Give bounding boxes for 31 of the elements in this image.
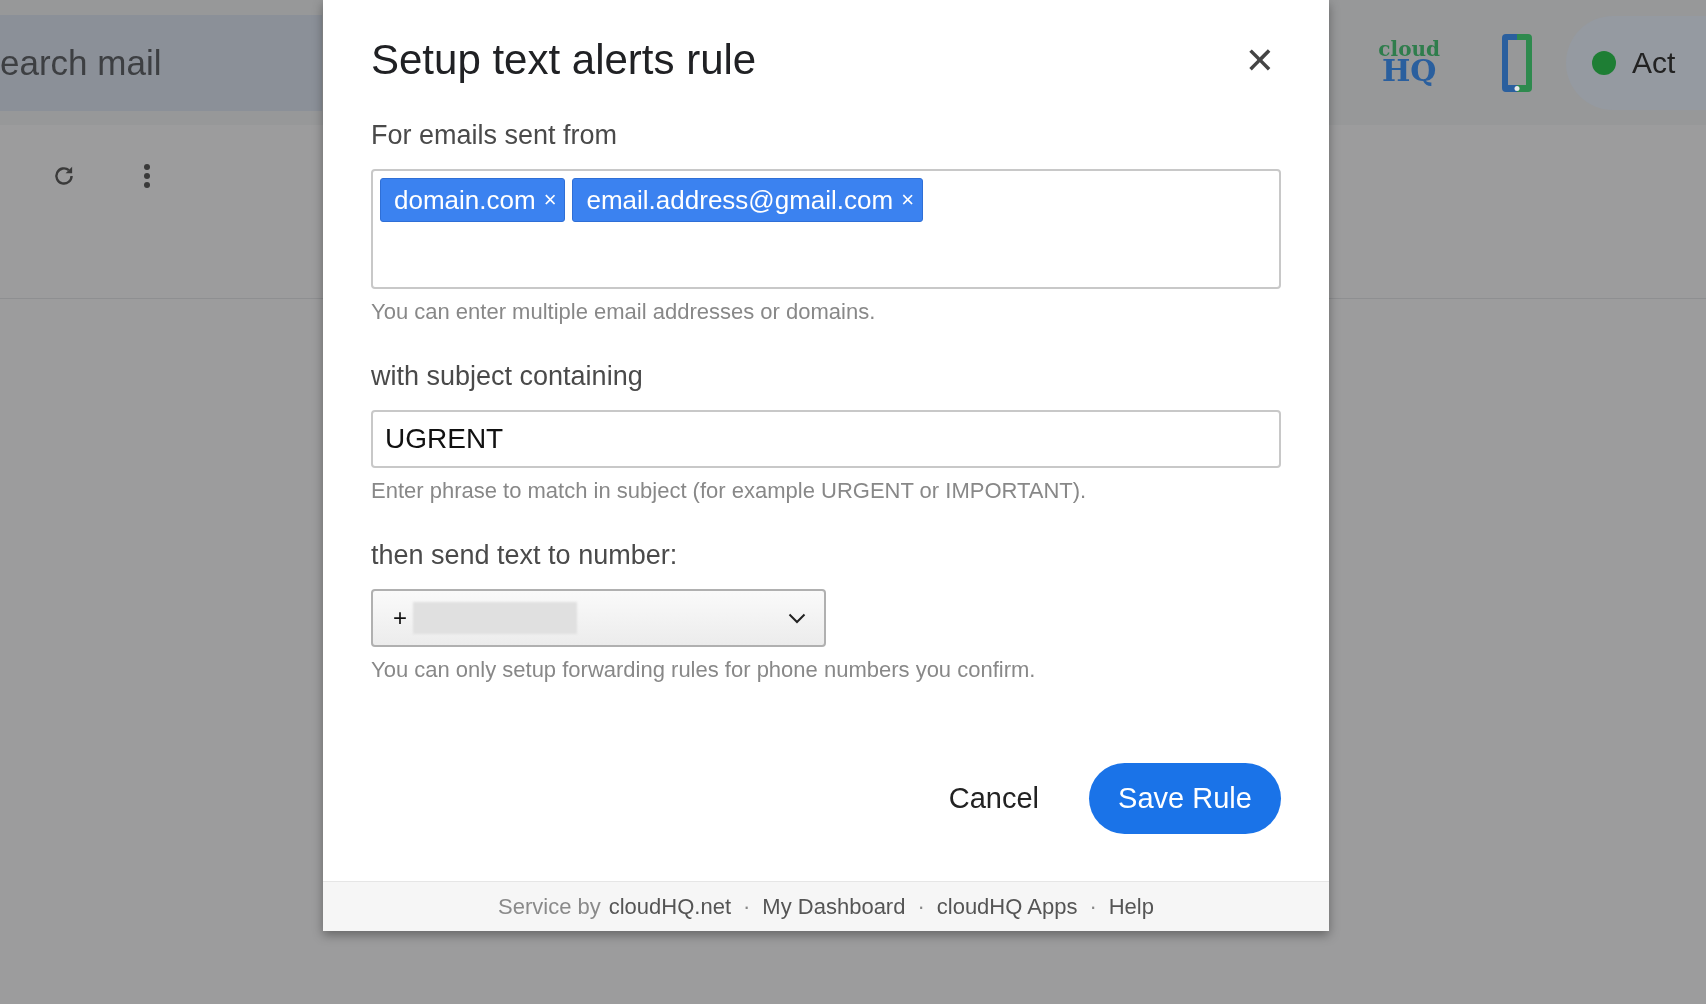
status-label: Act xyxy=(1632,45,1676,80)
footer-link[interactable]: My Dashboard xyxy=(762,893,906,920)
footer-link[interactable]: cloudHQ.net xyxy=(608,893,732,920)
help-text: You can enter multiple email addresses or domains. xyxy=(371,299,877,325)
footer-separator: · xyxy=(1089,893,1097,920)
tag-label: email.address@gmail.com xyxy=(586,184,894,216)
close-button[interactable]: ✕ xyxy=(1244,39,1275,81)
email-tags-field[interactable]: domain.com × email.address@gmail.com × xyxy=(371,169,1281,289)
footer-separator: · xyxy=(917,893,925,920)
save-button[interactable]: Save Rule xyxy=(1089,763,1281,834)
subject-field[interactable]: UGRENT xyxy=(371,410,1281,468)
footer-link[interactable]: cloudHQ Apps xyxy=(936,893,1078,920)
help-text: You can only setup forwarding rules for phone numbers you confirm. xyxy=(371,657,1037,683)
phone-icon[interactable] xyxy=(1500,31,1534,94)
field-label: with subject containing xyxy=(371,361,644,392)
remove-tag-button[interactable]: × xyxy=(543,187,557,213)
footer-separator: · xyxy=(743,893,751,920)
tag-label: domain.com xyxy=(394,184,536,216)
remove-tag-button[interactable]: × xyxy=(901,187,915,213)
dialog-title: Setup text alerts rule xyxy=(371,36,757,84)
phone-number-select[interactable]: + xyxy=(371,589,826,647)
chevron-down-icon xyxy=(788,612,806,624)
more-icon[interactable] xyxy=(143,163,151,189)
cancel-button[interactable]: Cancel xyxy=(948,772,1039,825)
footer-text: Service by xyxy=(498,893,601,920)
help-text: Enter phrase to match in subject (for example URGENT or IMPORTANT). xyxy=(371,478,1088,504)
footer-link[interactable]: Help xyxy=(1108,893,1154,920)
field-label: For emails sent from xyxy=(371,120,619,151)
field-label: then send text to number: xyxy=(371,540,679,571)
search-field[interactable]: earch mail xyxy=(0,14,322,111)
status-pill[interactable]: Act xyxy=(1566,15,1706,110)
